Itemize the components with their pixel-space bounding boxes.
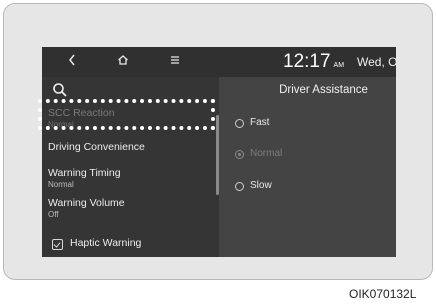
- menu-item-value: Normal: [48, 180, 74, 189]
- menu-item-label: Driving Convenience: [48, 141, 145, 153]
- menu-item-label: Haptic Warning: [70, 237, 142, 249]
- status-bar: 12:17AM Wed, Oc: [42, 47, 396, 77]
- highlight-dotted-box: [38, 99, 215, 130]
- radio-button-selected[interactable]: [235, 150, 244, 159]
- radio-button[interactable]: [235, 182, 244, 191]
- search-icon[interactable]: [52, 82, 68, 98]
- home-icon[interactable]: [117, 53, 129, 71]
- menu-item-value: Off: [48, 210, 59, 219]
- menu-item-label: Warning Volume: [48, 197, 125, 209]
- infotainment-screen: 12:17AM Wed, Oc SCC Reaction Normal Driv…: [42, 47, 396, 257]
- clock-ampm: AM: [333, 62, 345, 69]
- panel-title: Driver Assistance: [279, 84, 368, 96]
- figure-code: OIK070132L: [349, 287, 417, 301]
- radio-option-label: Fast: [250, 117, 270, 128]
- menu-item-label: Warning Timing: [48, 167, 121, 179]
- date-display: Wed, Oc: [357, 55, 396, 69]
- clock: 12:17 AM: [283, 49, 344, 79]
- radio-button[interactable]: [235, 119, 244, 128]
- chevron-left-icon[interactable]: [68, 53, 76, 71]
- menu-icon[interactable]: [170, 53, 180, 71]
- radio-option-label: Slow: [250, 180, 272, 191]
- option-panel: Driver Assistance Fast Normal Slow: [219, 77, 396, 257]
- clock-time: 12:17: [283, 51, 331, 72]
- haptic-warning-checkbox[interactable]: [52, 239, 63, 250]
- radio-option-label: Normal: [250, 148, 283, 159]
